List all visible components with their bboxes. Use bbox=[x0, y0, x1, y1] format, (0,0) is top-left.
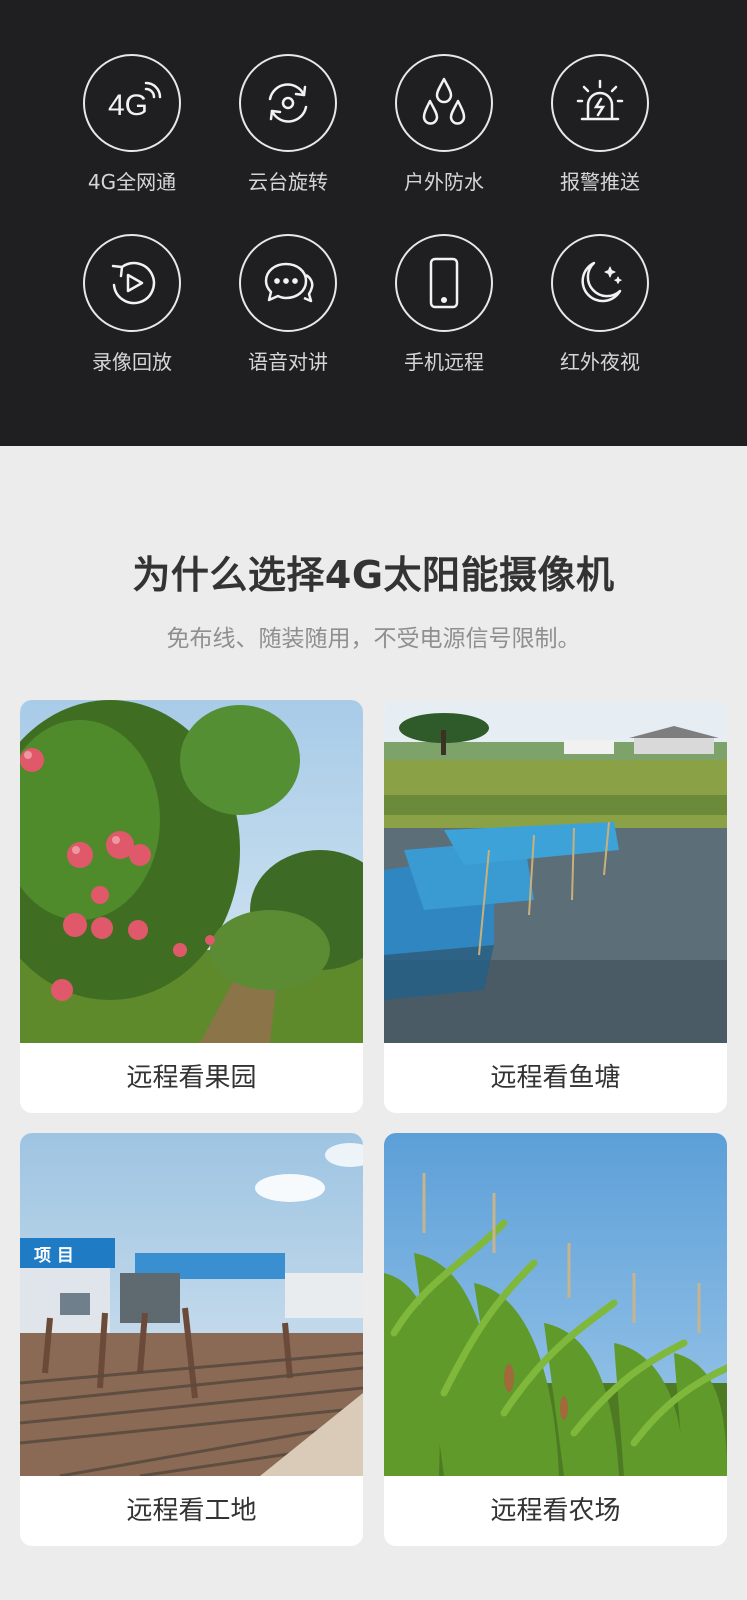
section-title: 为什么选择4G太阳能摄像机 bbox=[132, 553, 615, 597]
features-panel: 4G 4G全网通 云台旋转 户外防水 报警推送 录像回放 语音对讲 手机远程 红… bbox=[0, 0, 747, 446]
why-section: 为什么选择4G太阳能摄像机 免布线、随装随用，不受电源信号限制。 远程看果园 远… bbox=[0, 446, 747, 1600]
feature-label: 报警推送 bbox=[560, 170, 640, 194]
rotate-icon bbox=[239, 54, 337, 152]
construction-site-photo: 项 目 bbox=[20, 1133, 363, 1476]
replay-icon bbox=[83, 234, 181, 332]
feature-alarm: 报警推送 bbox=[530, 54, 670, 194]
moon-stars-icon bbox=[551, 234, 649, 332]
scene-label: 远程看工地 bbox=[126, 1496, 257, 1526]
scene-label: 远程看鱼塘 bbox=[490, 1063, 621, 1093]
fish-pond-photo bbox=[384, 700, 727, 1043]
scene-label: 远程看农场 bbox=[490, 1496, 621, 1526]
scene-card-farm: 远程看农场 bbox=[384, 1133, 727, 1546]
svg-text:项 目: 项 目 bbox=[34, 1246, 74, 1266]
scene-card-fishpond: 远程看鱼塘 bbox=[384, 700, 727, 1113]
alarm-light-icon bbox=[551, 54, 649, 152]
corn-farm-photo bbox=[384, 1133, 727, 1476]
apple-orchard-photo bbox=[20, 700, 363, 1043]
feature-intercom: 语音对讲 bbox=[218, 234, 358, 374]
feature-night-vision: 红外夜视 bbox=[530, 234, 670, 374]
feature-label: 手机远程 bbox=[404, 350, 484, 374]
section-subtitle: 免布线、随装随用，不受电源信号限制。 bbox=[166, 626, 581, 652]
feature-label: 4G全网通 bbox=[87, 170, 177, 194]
water-drops-icon bbox=[395, 54, 493, 152]
chat-bubble-icon bbox=[239, 234, 337, 332]
feature-label: 语音对讲 bbox=[248, 350, 328, 374]
4g-icon: 4G bbox=[83, 54, 181, 152]
feature-4g: 4G 4G全网通 bbox=[62, 54, 202, 194]
feature-replay: 录像回放 bbox=[62, 234, 202, 374]
feature-label: 户外防水 bbox=[404, 170, 484, 194]
scene-card-construction: 项 目 远程看工地 bbox=[20, 1133, 363, 1546]
svg-text:4G: 4G bbox=[108, 89, 148, 122]
scene-label: 远程看果园 bbox=[126, 1063, 257, 1093]
feature-label: 录像回放 bbox=[92, 350, 172, 374]
feature-label: 云台旋转 bbox=[248, 170, 328, 194]
feature-label: 红外夜视 bbox=[560, 350, 640, 374]
scene-card-orchard: 远程看果园 bbox=[20, 700, 363, 1113]
phone-icon bbox=[395, 234, 493, 332]
feature-waterproof: 户外防水 bbox=[374, 54, 514, 194]
feature-rotate: 云台旋转 bbox=[218, 54, 358, 194]
feature-phone: 手机远程 bbox=[374, 234, 514, 374]
